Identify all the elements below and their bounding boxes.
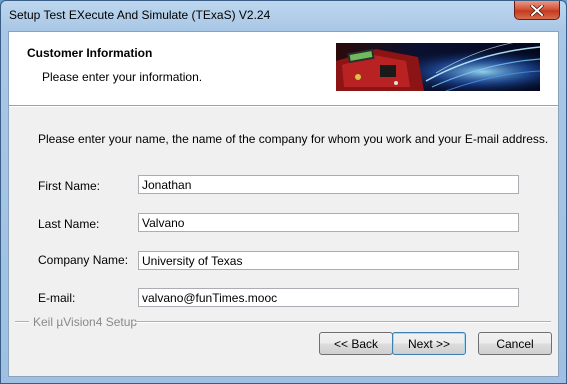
close-button[interactable] xyxy=(514,1,560,20)
header-banner-image xyxy=(336,43,540,91)
last-name-label: Last Name: xyxy=(38,217,100,231)
window-title: Setup Test EXecute And Simulate (TExaS) … xyxy=(9,8,271,22)
setup-window: Setup Test EXecute And Simulate (TExaS) … xyxy=(0,0,567,384)
first-name-field[interactable] xyxy=(138,175,519,194)
dialog-client-area: Customer Information Please enter your i… xyxy=(8,31,559,377)
header-divider xyxy=(9,105,558,107)
dialog-header: Customer Information Please enter your i… xyxy=(9,32,558,105)
email-label: E-mail: xyxy=(38,291,76,305)
header-subtitle: Please enter your information. xyxy=(42,70,203,84)
email-field[interactable] xyxy=(138,288,519,307)
footer-group-label: Keil µVision4 Setup xyxy=(33,315,138,329)
company-name-label: Company Name: xyxy=(38,253,129,267)
instructions-text: Please enter your name, the name of the … xyxy=(38,132,549,146)
cancel-button[interactable]: Cancel xyxy=(478,332,552,355)
last-name-field[interactable] xyxy=(138,213,519,232)
company-name-field[interactable] xyxy=(138,251,519,270)
header-title: Customer Information xyxy=(27,46,153,60)
group-divider-right xyxy=(135,321,551,323)
first-name-label: First Name: xyxy=(38,179,101,193)
title-bar[interactable]: Setup Test EXecute And Simulate (TExaS) … xyxy=(1,1,566,29)
close-icon xyxy=(530,4,544,16)
next-button[interactable]: Next >> xyxy=(392,332,466,355)
back-button[interactable]: << Back xyxy=(319,332,393,355)
group-divider-left xyxy=(15,321,29,323)
